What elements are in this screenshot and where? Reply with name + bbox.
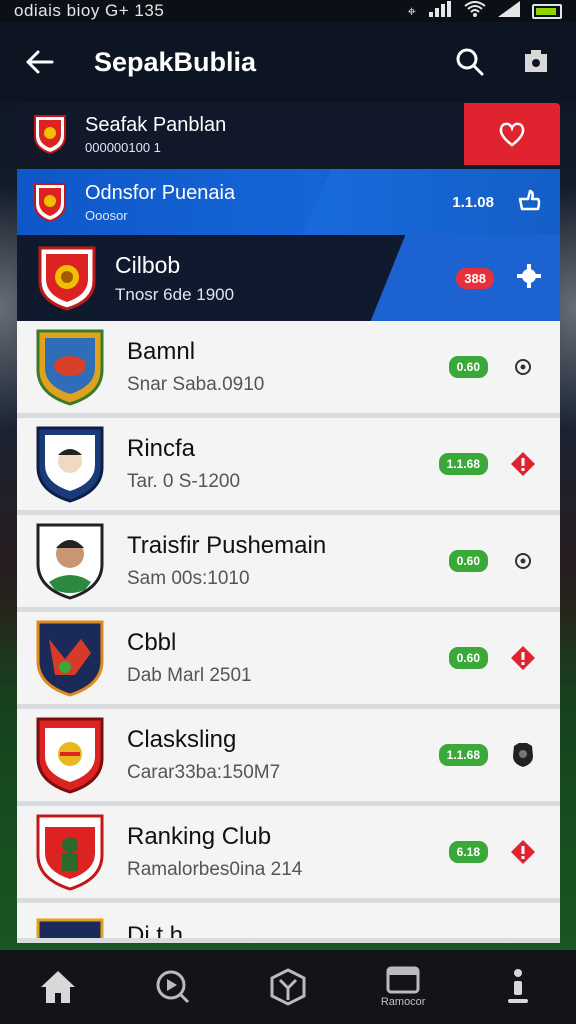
score-badge: 0.60 xyxy=(448,647,488,669)
featured-subtitle: 000000100 1 xyxy=(85,139,161,155)
search-button[interactable] xyxy=(450,42,490,82)
score-badge: 1.1.68 xyxy=(438,453,488,475)
nav-clubs[interactable] xyxy=(253,957,323,1017)
settings-button[interactable] xyxy=(508,546,538,576)
featured-title: Seafak Panblan xyxy=(85,113,227,136)
club-crest-icon xyxy=(36,523,104,600)
club-crest-icon xyxy=(38,246,96,311)
shield-icon xyxy=(513,743,533,767)
app-title: SepakBublia xyxy=(94,46,257,77)
list-item[interactable]: Bamnl Snar Saba.0910 0.60 xyxy=(17,321,560,418)
gear-icon xyxy=(525,50,547,72)
cellular-icon xyxy=(498,1,520,21)
list-item[interactable]: Traisfir Pushemain Sam 00s:1010 0.60 xyxy=(17,515,560,612)
score-badge: 6.18 xyxy=(448,841,488,863)
favorite-button[interactable] xyxy=(464,103,560,165)
featured-subtitle: Tnosr 6de 1900 xyxy=(115,284,235,304)
score-badge: 0.60 xyxy=(448,550,488,572)
settings-icon xyxy=(515,553,531,569)
featured-item[interactable]: Cilbob Tnosr 6de 1900 388 xyxy=(17,235,560,321)
settings-button[interactable] xyxy=(516,42,556,82)
back-button[interactable] xyxy=(20,42,60,82)
club-crest-icon xyxy=(36,329,104,406)
nav-video[interactable] xyxy=(138,957,208,1017)
alert-icon xyxy=(511,646,535,670)
score-badge: 1.1.68 xyxy=(438,744,488,766)
list-item[interactable]: Cbbl Dab Marl 2501 0.60 xyxy=(17,612,560,709)
signal-icon xyxy=(428,1,452,21)
home-icon xyxy=(40,971,75,1003)
settings-icon xyxy=(517,263,541,288)
search-icon xyxy=(456,48,484,76)
club-list: Seafak Panblan 000000100 1 Odnsfor Puena… xyxy=(17,103,560,943)
list-item[interactable]: Ranking Club Ramalorbes0ina 214 6.18 xyxy=(17,806,560,903)
settings-button[interactable] xyxy=(508,352,538,382)
club-crest-icon xyxy=(36,426,104,503)
status-bar: odiais bioy G+ 135 ⌖ xyxy=(0,0,576,22)
settings-icon xyxy=(515,359,531,375)
share-button[interactable] xyxy=(516,187,542,218)
shield-button[interactable] xyxy=(508,740,538,770)
score-badge: 388 xyxy=(456,267,494,289)
club-crest-icon xyxy=(36,717,104,794)
featured-item[interactable]: Odnsfor Puenaia Ooosor 1.1.08 xyxy=(17,169,560,235)
arrow-left-icon xyxy=(26,50,54,74)
club-crest-icon xyxy=(36,918,104,938)
share-icon xyxy=(518,189,541,210)
nav-folder[interactable]: Ramocor xyxy=(368,957,438,1017)
status-text: odiais bioy G+ 135 xyxy=(14,1,165,20)
featured-title: Odnsfor Puenaia xyxy=(85,181,236,204)
nav-more[interactable] xyxy=(483,957,553,1017)
nav-home[interactable] xyxy=(23,957,93,1017)
location-icon: ⌖ xyxy=(407,2,416,20)
bottom-nav: Ramocor xyxy=(0,950,576,1024)
club-crest-icon xyxy=(36,814,104,891)
folder-icon xyxy=(386,966,420,994)
featured-title: Cilbob xyxy=(115,251,181,278)
settings-button[interactable] xyxy=(516,263,542,294)
nav-label: Ramocor xyxy=(380,996,426,1008)
app-bar: SepakBublia xyxy=(0,22,576,102)
alert-icon xyxy=(511,840,535,864)
more-icon xyxy=(508,969,529,1003)
featured-subtitle: Ooosor xyxy=(85,207,128,223)
club-name: Di t h xyxy=(127,921,184,943)
shield-icon xyxy=(270,968,306,1006)
club-crest-icon xyxy=(36,620,104,697)
alert-button[interactable] xyxy=(508,837,538,867)
alert-icon xyxy=(511,452,535,476)
video-icon xyxy=(156,970,189,1004)
club-crest-icon xyxy=(34,115,66,154)
alert-button[interactable] xyxy=(508,643,538,673)
wifi-icon xyxy=(464,1,486,21)
list-item[interactable]: Rincfa Tar. 0 S-1200 1.1.68 xyxy=(17,418,560,515)
list-item[interactable]: Clasksling Carar33ba:150M7 1.1.68 xyxy=(17,709,560,806)
heart-icon xyxy=(499,122,525,147)
list-item[interactable]: Di t h xyxy=(17,903,560,943)
battery-icon xyxy=(532,3,562,19)
score-badge: 0.60 xyxy=(448,356,488,378)
score-badge: 1.1.08 xyxy=(452,193,494,211)
club-crest-icon xyxy=(34,183,66,222)
alert-button[interactable] xyxy=(508,449,538,479)
featured-item[interactable]: Seafak Panblan 000000100 1 xyxy=(17,103,560,165)
